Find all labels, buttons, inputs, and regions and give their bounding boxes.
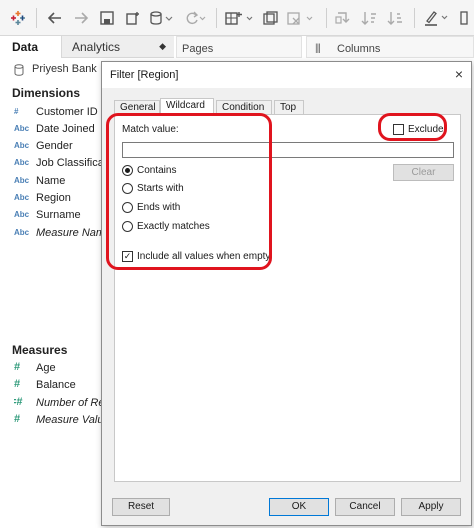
back-arrow-icon[interactable] [44,8,66,28]
include-all-checkbox[interactable]: ✓ [122,251,133,262]
field-label: Number of Records [36,397,106,409]
string-type-icon: Abc [14,176,30,185]
field-label: Age [36,362,56,374]
measure-field[interactable]: # Measure Values [14,414,106,430]
field-label: Region [36,192,71,204]
dimension-field[interactable]: # Customer ID [14,106,106,122]
field-label: Balance [36,379,76,391]
tab-condition[interactable]: Condition [216,100,272,115]
datasource-item[interactable]: Priyesh Bank [0,58,100,80]
measure-field[interactable]: # Age [14,362,106,378]
measure-field[interactable]: =# Number of Records [14,397,106,413]
string-type-icon: Abc [14,141,30,150]
dimensions-header: Dimensions [12,86,81,100]
tableau-logo-icon[interactable] [8,8,28,28]
field-label: Name [36,175,66,187]
dimension-field[interactable]: Abc Region [14,192,106,208]
database-icon [14,64,24,79]
number-type-icon: # [14,379,21,390]
pages-shelf[interactable]: Pages [176,36,302,58]
tab-wildcard[interactable]: Wildcard [160,98,214,115]
field-label: Measure Names [36,227,106,239]
refresh-icon[interactable] [182,8,208,28]
radio-contains-label: Contains [137,165,177,176]
highlight-pen-icon[interactable] [422,8,452,28]
pages-shelf-label: Pages [182,43,214,55]
dimension-field[interactable]: Abc Name [14,175,106,191]
radio-ends-with-label: Ends with [137,202,181,213]
radio-starts-with-label: Starts with [137,183,184,194]
field-label: Surname [36,209,81,221]
radio-ends-with[interactable] [122,202,133,213]
dimension-field[interactable]: Abc Surname [14,209,106,225]
tab-analytics-label: Analytics [72,40,121,54]
pause-updates-icon[interactable] [148,8,176,28]
tab-general[interactable]: General [114,100,160,115]
measures-header: Measures [12,343,68,357]
match-value-input[interactable] [122,142,454,158]
clear-sheet-icon[interactable] [286,8,318,28]
dimension-field[interactable]: Abc Job Classification [14,157,106,173]
wildcard-panel: Match value: Exclude Clear Contains Star… [114,114,461,482]
clear-button[interactable]: Clear [393,164,454,181]
sort-ascending-icon[interactable] [358,8,380,28]
string-type-icon: Abc [14,193,30,202]
cancel-button[interactable]: Cancel [335,498,395,516]
calculated-number-icon: =# [14,397,23,408]
radio-exactly-matches[interactable] [122,221,133,232]
field-label: Gender [36,140,73,152]
filter-dialog: Filter [Region] × General Wildcard Condi… [101,61,472,526]
string-type-icon: Abc [14,210,30,219]
duplicate-sheet-icon[interactable] [260,8,282,28]
number-type-icon: # [14,107,19,116]
new-worksheet-icon[interactable] [224,8,256,28]
swap-rows-columns-icon[interactable] [332,8,354,28]
exclude-label: Exclude [408,124,444,135]
tab-top[interactable]: Top [274,100,304,115]
string-type-icon: Abc [14,228,30,237]
field-label: Customer ID [36,106,98,118]
reset-button[interactable]: Reset [112,498,170,516]
sort-descending-icon[interactable] [384,8,406,28]
more-tools-icon[interactable] [456,8,472,28]
dimension-field[interactable]: Abc Date Joined [14,123,106,139]
tab-data[interactable]: Data [0,36,62,58]
radio-contains[interactable] [122,165,133,176]
datasource-label: Priyesh Bank [32,63,97,75]
match-value-label: Match value: [122,124,179,135]
dimension-field[interactable]: Abc Gender [14,140,106,156]
columns-shelf-label: Columns [337,43,381,55]
forward-arrow-icon[interactable] [70,8,92,28]
apply-button[interactable]: Apply [401,498,461,516]
close-icon[interactable]: × [455,66,463,82]
radio-starts-with[interactable] [122,183,133,194]
new-datasource-icon[interactable] [122,8,144,28]
chevron-down-icon[interactable]: ◆ [159,41,166,52]
measure-field[interactable]: # Balance [14,379,106,395]
tab-analytics[interactable]: Analytics ◆ [62,36,174,58]
exclude-checkbox[interactable] [393,124,404,135]
columns-shelf[interactable]: ||| Columns [306,36,474,58]
include-all-label: Include all values when empty [137,251,271,262]
field-label: Job Classification [36,157,106,169]
string-type-icon: Abc [14,124,30,133]
save-icon[interactable] [96,8,118,28]
number-type-icon: # [14,362,21,373]
columns-icon: ||| [315,43,321,54]
dimension-field[interactable]: Abc Measure Names [14,227,106,243]
field-label: Date Joined [36,123,95,135]
ok-button[interactable]: OK [269,498,329,516]
number-type-icon: # [14,414,21,425]
dialog-titlebar[interactable]: Filter [Region] × [102,62,471,88]
radio-exactly-matches-label: Exactly matches [137,221,210,232]
field-label: Measure Values [36,414,106,426]
toolbar [0,0,474,36]
dialog-title: Filter [Region] [110,69,179,81]
string-type-icon: Abc [14,158,30,167]
